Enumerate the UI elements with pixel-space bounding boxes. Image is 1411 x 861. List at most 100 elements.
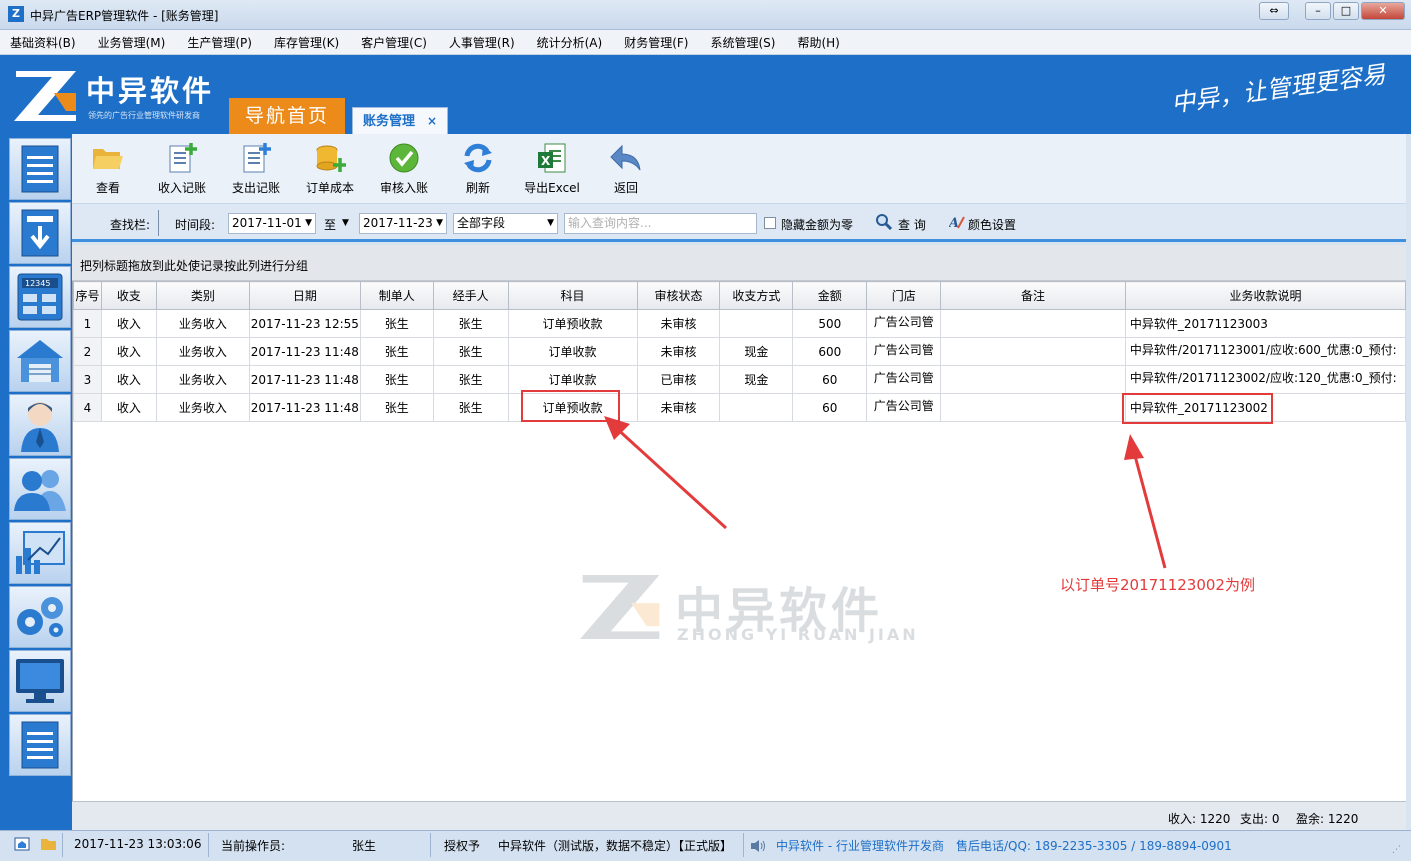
- date-from-value: 2017-11-01: [232, 216, 302, 230]
- menu-inventory[interactable]: 库存管理(K): [274, 34, 339, 51]
- view-button[interactable]: 查看: [73, 142, 143, 196]
- menu-help[interactable]: 帮助(H): [797, 34, 839, 51]
- add-document-icon: [166, 142, 198, 174]
- search-input[interactable]: 输入查询内容...: [564, 213, 757, 234]
- status-separator: [62, 833, 63, 857]
- watermark-logo-icon: [580, 575, 660, 639]
- search-icon: [876, 214, 893, 233]
- table-row[interactable]: 2 收入 业务收入 2017-11-23 11:48 张生 张生 订单收款 未审…: [73, 337, 1407, 366]
- col-header-handler[interactable]: 经手人: [432, 281, 509, 310]
- brand-tagline: 领先的广告行业管理软件研发商: [88, 111, 200, 120]
- cell-amount: 600: [792, 337, 868, 366]
- resize-grip-icon[interactable]: ⋰: [1392, 845, 1401, 855]
- cell-store: 广告公司管: [866, 393, 942, 422]
- report-list-icon[interactable]: [9, 714, 71, 776]
- table-row[interactable]: 1 收入 业务收入 2017-11-23 12:55 张生 张生 订单预收款 未…: [73, 309, 1407, 338]
- records-grid: 序号 收支 类别 日期 制单人 经手人 科目 审核状态 收支方式 金额 门店 备…: [72, 281, 1407, 801]
- import-doc-icon[interactable]: [9, 202, 71, 264]
- settings-gears-icon[interactable]: [9, 586, 71, 648]
- tab-nav-home[interactable]: 导航首页: [229, 98, 345, 134]
- cell-direction: 收入: [100, 365, 157, 394]
- menu-production[interactable]: 生产管理(P): [187, 34, 252, 51]
- brand-name: 中异软件: [86, 74, 215, 108]
- order-cost-button[interactable]: 订单成本: [295, 142, 365, 196]
- customer-service-icon[interactable]: [9, 394, 71, 456]
- col-header-category[interactable]: 类别: [155, 281, 250, 310]
- col-header-creator[interactable]: 制单人: [359, 281, 434, 310]
- cell-handler: 张生: [432, 365, 509, 394]
- col-header-amount[interactable]: 金额: [792, 281, 868, 310]
- menu-finance[interactable]: 财务管理(F): [624, 34, 688, 51]
- summary-balance: 盈余: 1220: [1296, 812, 1359, 826]
- export-excel-button[interactable]: X 导出Excel: [517, 142, 587, 196]
- col-header-direction[interactable]: 收支: [100, 281, 157, 310]
- menu-basic-data[interactable]: 基础资料(B): [10, 34, 76, 51]
- menu-system[interactable]: 系统管理(S): [710, 34, 775, 51]
- statistics-chart-icon[interactable]: [9, 522, 71, 584]
- cell-handler: 张生: [432, 309, 509, 338]
- cell-store: 广告公司管: [866, 309, 942, 338]
- cell-category: 业务收入: [155, 365, 250, 394]
- date-from-picker[interactable]: 2017-11-01 ▼: [228, 213, 316, 234]
- chevron-down-icon: ▼: [436, 218, 443, 228]
- watermark-pinyin: ZHONG YI RUAN JIAN: [677, 625, 919, 644]
- col-header-store[interactable]: 门店: [866, 281, 942, 310]
- tab-close-icon[interactable]: ×: [427, 108, 437, 135]
- col-header-description[interactable]: 业务收款说明: [1124, 281, 1407, 310]
- color-settings-button[interactable]: 颜色设置: [968, 216, 1016, 233]
- close-button[interactable]: ✕: [1361, 2, 1405, 20]
- query-button[interactable]: 查 询: [898, 216, 926, 233]
- hide-zero-checkbox[interactable]: [764, 217, 776, 229]
- income-entry-label: 收入记账: [157, 181, 206, 195]
- cell-remark: [940, 337, 1126, 366]
- staff-group-icon[interactable]: [9, 458, 71, 520]
- period-label: 时间段:: [175, 218, 216, 232]
- document-list-icon[interactable]: [9, 138, 71, 200]
- date-to-value: 2017-11-23: [363, 216, 433, 230]
- calculator-icon[interactable]: 12345: [9, 266, 71, 328]
- order-cost-label: 订单成本: [305, 181, 354, 195]
- search-bar-label: 查找栏:: [110, 218, 151, 232]
- color-brush-icon: A: [947, 214, 965, 233]
- table-row[interactable]: 3 收入 业务收入 2017-11-23 11:48 张生 张生 订单收款 已审…: [73, 365, 1407, 394]
- col-header-payment-method[interactable]: 收支方式: [719, 281, 794, 310]
- menu-hr[interactable]: 人事管理(R): [449, 34, 515, 51]
- to-dropdown-icon[interactable]: ▼: [342, 218, 349, 228]
- tab-accounting[interactable]: 账务管理 ×: [352, 107, 448, 134]
- col-header-index[interactable]: 序号: [73, 281, 102, 310]
- restore-layout-icon[interactable]: ⇔: [1259, 2, 1289, 20]
- approve-entry-button[interactable]: 审核入账: [369, 142, 439, 196]
- maximize-button[interactable]: □: [1333, 2, 1359, 20]
- annotation-arrow-right: [1124, 434, 1167, 569]
- menu-business[interactable]: 业务管理(M): [98, 34, 166, 51]
- folder-icon[interactable]: [40, 836, 58, 855]
- field-select-value: 全部字段: [457, 216, 506, 230]
- check-circle-icon: [388, 142, 420, 174]
- speaker-icon: [750, 839, 766, 856]
- monitor-icon[interactable]: [9, 650, 71, 712]
- cell-category: 业务收入: [155, 309, 250, 338]
- tab-accounting-label: 账务管理: [363, 114, 416, 129]
- cell-category: 业务收入: [155, 393, 250, 422]
- home-icon[interactable]: [14, 836, 30, 855]
- col-header-subject[interactable]: 科目: [507, 281, 638, 310]
- refresh-button[interactable]: 刷新: [443, 142, 513, 196]
- expense-entry-label: 支出记账: [231, 181, 280, 195]
- col-header-remark[interactable]: 备注: [940, 281, 1126, 310]
- menu-customer[interactable]: 客户管理(C): [361, 34, 427, 51]
- date-to-picker[interactable]: 2017-11-23 ▼: [359, 213, 447, 234]
- menu-statistics[interactable]: 统计分析(A): [537, 34, 603, 51]
- group-by-panel[interactable]: 把列标题拖放到此处使记录按此列进行分组: [72, 245, 1406, 281]
- back-button[interactable]: 返回: [591, 142, 661, 196]
- income-entry-button[interactable]: 收入记账: [147, 142, 217, 196]
- field-select[interactable]: 全部字段 ▼: [453, 213, 558, 234]
- title-bar: Z 中异广告ERP管理软件 - [账务管理] ⇔ – □ ✕: [0, 0, 1411, 30]
- approve-entry-label: 审核入账: [379, 181, 428, 195]
- expense-entry-button[interactable]: 支出记账: [221, 142, 291, 196]
- status-company[interactable]: 中异软件 - 行业管理软件开发商: [776, 837, 944, 854]
- cell-store: 广告公司管: [866, 337, 942, 366]
- col-header-audit-status[interactable]: 审核状态: [636, 281, 721, 310]
- minimize-button[interactable]: –: [1305, 2, 1331, 20]
- warehouse-icon[interactable]: [9, 330, 71, 392]
- col-header-date[interactable]: 日期: [248, 281, 361, 310]
